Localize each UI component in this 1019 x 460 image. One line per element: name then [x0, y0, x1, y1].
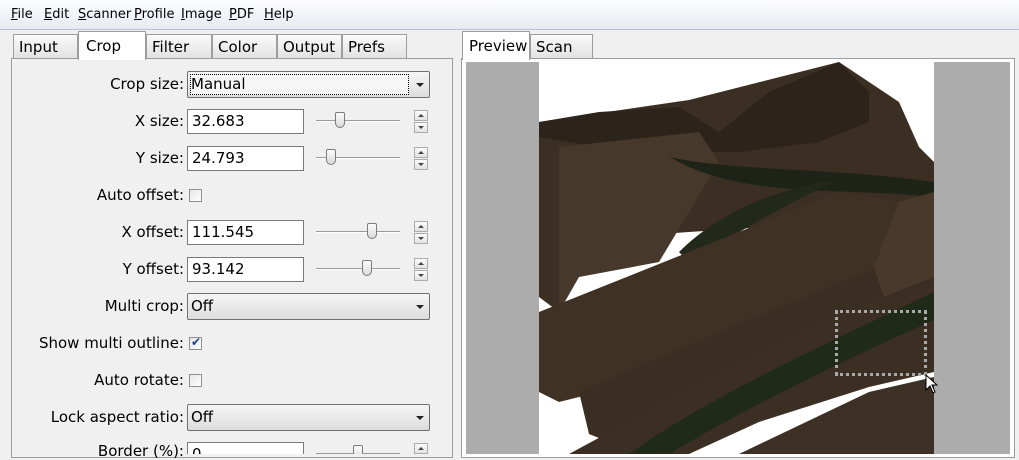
spin-up-icon[interactable] — [414, 258, 428, 269]
lock-aspect-ratio-select[interactable]: Off — [187, 404, 430, 431]
y-size-label: Y size: — [135, 149, 184, 167]
multi-crop-value: Off — [191, 297, 214, 315]
multi-crop-select[interactable]: Off — [187, 293, 430, 320]
slider-thumb[interactable] — [326, 149, 336, 165]
tab-output[interactable]: Output — [277, 34, 342, 58]
crop-size-value: Manual — [191, 75, 246, 93]
crop-size-select[interactable]: Manual — [187, 71, 430, 98]
tab-label: Scan — [536, 38, 573, 56]
auto-offset-label: Auto offset: — [96, 186, 184, 204]
tab-label: Input — [19, 38, 58, 56]
y-size-input[interactable]: 24.793 — [187, 146, 304, 171]
y-offset-label: Y offset: — [122, 260, 184, 278]
x-offset-input[interactable]: 111.545 — [187, 220, 304, 245]
tab-label: Crop — [86, 37, 122, 55]
crop-selection-outline[interactable] — [835, 310, 927, 376]
tab-label: Color — [218, 38, 258, 56]
spin-down-icon[interactable] — [414, 159, 428, 170]
auto-rotate-checkbox[interactable] — [189, 374, 202, 387]
tab-scan[interactable]: Scan — [530, 34, 593, 58]
slider-thumb[interactable] — [362, 260, 372, 276]
menu-profile[interactable]: Profile — [134, 7, 174, 22]
x-offset-spinner[interactable] — [414, 221, 428, 245]
multi-crop-label: Multi crop: — [104, 297, 184, 315]
slider-thumb[interactable] — [353, 445, 363, 454]
slider-thumb[interactable] — [367, 223, 377, 239]
checkmark-icon: ✔ — [191, 335, 202, 349]
auto-offset-checkbox[interactable] — [189, 189, 202, 202]
y-size-spinner[interactable] — [414, 147, 428, 171]
tab-prefs[interactable]: Prefs — [342, 34, 407, 58]
tab-label: Preview — [469, 37, 528, 55]
crop-size-label: Crop size: — [110, 75, 184, 93]
menu-help[interactable]: Help — [264, 7, 294, 22]
y-offset-spinner[interactable] — [414, 258, 428, 282]
show-multi-outline-label: Show multi outline: — [38, 334, 184, 352]
tab-label: Prefs — [348, 38, 385, 56]
spin-down-icon[interactable] — [414, 122, 428, 133]
y-offset-input[interactable]: 93.142 — [187, 257, 304, 282]
tab-filter[interactable]: Filter — [146, 34, 212, 58]
spin-up-icon[interactable] — [414, 147, 428, 158]
auto-rotate-label: Auto rotate: — [94, 371, 184, 389]
chevron-down-icon — [416, 305, 424, 309]
border-input[interactable]: 0 — [187, 442, 304, 454]
spin-up-icon[interactable] — [414, 110, 428, 121]
tab-label: Output — [283, 38, 336, 56]
menu-edit[interactable]: Edit — [44, 7, 69, 22]
spin-up-icon[interactable] — [414, 443, 428, 454]
mouse-pointer-icon — [925, 374, 939, 394]
tab-label: Filter — [152, 38, 190, 56]
x-size-slider[interactable] — [316, 110, 400, 132]
scanned-image[interactable] — [539, 62, 934, 454]
border-label: Border (%): — [97, 442, 184, 460]
lock-aspect-ratio-value: Off — [191, 408, 214, 426]
menu-scanner[interactable]: Scanner — [78, 7, 131, 22]
menu-file[interactable]: File — [11, 7, 33, 22]
menu-pdf[interactable]: PDF — [229, 7, 254, 22]
border-spinner[interactable] — [414, 443, 428, 454]
menu-bar: File Edit Scanner Profile Image PDF Help — [0, 0, 1019, 30]
lock-aspect-ratio-label: Lock aspect ratio: — [50, 408, 184, 426]
x-size-input[interactable]: 32.683 — [187, 109, 304, 134]
tab-crop[interactable]: Crop — [78, 31, 146, 60]
chevron-down-icon — [416, 83, 424, 87]
y-offset-slider[interactable] — [316, 258, 400, 280]
y-size-slider[interactable] — [316, 147, 400, 169]
menu-image[interactable]: Image — [181, 7, 222, 22]
x-offset-slider[interactable] — [316, 221, 400, 243]
x-size-label: X size: — [134, 112, 184, 130]
border-slider[interactable] — [316, 443, 400, 454]
tab-color[interactable]: Color — [212, 34, 277, 58]
x-offset-label: X offset: — [121, 223, 184, 241]
slider-thumb[interactable] — [335, 112, 345, 128]
chevron-down-icon — [416, 416, 424, 420]
show-multi-outline-checkbox[interactable]: ✔ — [189, 335, 202, 350]
tab-input[interactable]: Input — [13, 34, 78, 58]
spin-up-icon[interactable] — [414, 221, 428, 232]
spin-down-icon[interactable] — [414, 233, 428, 244]
x-size-spinner[interactable] — [414, 110, 428, 134]
tab-preview[interactable]: Preview — [462, 31, 530, 60]
spin-down-icon[interactable] — [414, 270, 428, 281]
